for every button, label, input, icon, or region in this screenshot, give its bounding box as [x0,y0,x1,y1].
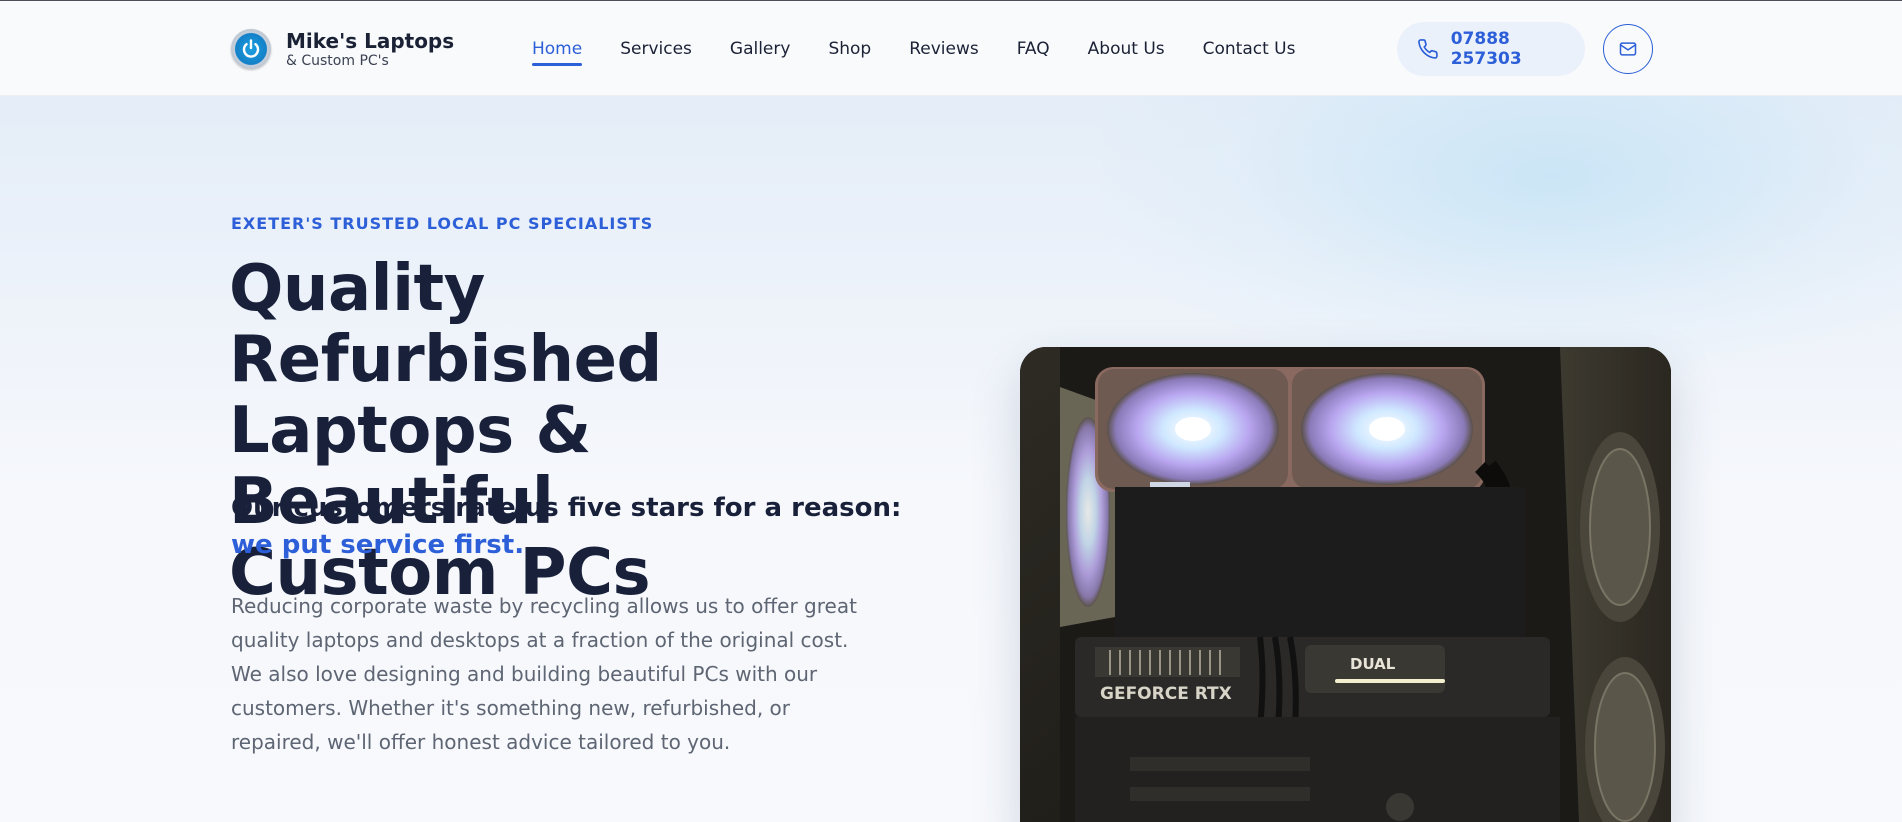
hero-description: Reducing corporate waste by recycling al… [231,594,857,754]
site-header: Mike's Laptops & Custom PC's Home Servic… [0,1,1902,96]
mail-icon [1619,42,1637,56]
email-button[interactable] [1603,24,1653,74]
nav-item-contact-us[interactable]: Contact Us [1203,31,1296,67]
hero-section: EXETER'S TRUSTED LOCAL PC SPECIALISTS Qu… [0,96,1902,822]
nav-item-about-us[interactable]: About Us [1088,31,1165,67]
nav-item-reviews[interactable]: Reviews [909,31,979,67]
gpu-label-geforce: GEFORCE RTX [1100,684,1232,704]
hero-lead-accent: we put service first. [231,530,525,560]
brand-name: Mike's Laptops [286,28,455,53]
brand-logo-link[interactable]: Mike's Laptops & Custom PC's [231,29,454,69]
hero-title-line-1: Quality Refurbished [229,252,662,397]
main-nav: Home Services Gallery Shop Reviews FAQ A… [532,1,1333,96]
nav-item-gallery[interactable]: Gallery [730,31,791,67]
phone-number: 07888 257303 [1450,29,1522,69]
nav-item-services[interactable]: Services [620,31,692,67]
phone-button[interactable]: 07888 257303 [1397,22,1585,76]
hero-lead-text: Our customers rate us five stars for a r… [231,493,902,523]
nav-item-shop[interactable]: Shop [828,31,871,67]
hero-eyebrow: EXETER'S TRUSTED LOCAL PC SPECIALISTS [231,214,654,233]
gpu-label-dual: DUAL [1350,655,1396,673]
brand-tagline: & Custom PC's [286,52,389,69]
power-icon [231,29,271,69]
nav-item-home[interactable]: Home [532,31,583,67]
hero-lead: Our customers rate us five stars for a r… [231,490,911,564]
hero-pc-photo: GEFORCE RTX DUAL [1020,347,1671,822]
nav-item-faq[interactable]: FAQ [1017,31,1050,67]
phone-icon [1418,39,1438,59]
